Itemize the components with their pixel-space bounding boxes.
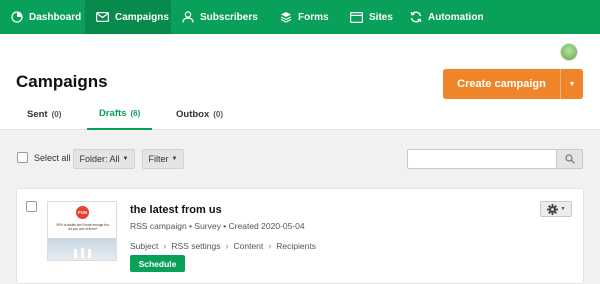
dashboard-icon xyxy=(11,11,23,23)
tab-sent[interactable]: Sent (0) xyxy=(27,98,61,130)
nav-item-subscribers[interactable]: Subscribers xyxy=(171,0,269,34)
campaign-title[interactable]: the latest from us xyxy=(130,204,222,216)
tab-drafts[interactable]: Drafts (6) xyxy=(87,98,153,130)
chevron-down-icon: ▼ xyxy=(171,156,178,162)
campaign-meta: RSS campaign • Survey • Created 2020-05-… xyxy=(130,221,305,231)
nav-label: Sites xyxy=(369,11,393,23)
gear-icon xyxy=(546,203,558,215)
select-all-checkbox[interactable] xyxy=(17,152,28,163)
campaign-steps: Subject › RSS settings › Content › Recip… xyxy=(130,241,316,251)
browser-window-icon xyxy=(350,11,363,23)
campaign-settings-button[interactable]: ▼ xyxy=(540,201,572,217)
chevron-down-icon: ▼ xyxy=(122,156,129,162)
tab-outbox[interactable]: Outbox (0) xyxy=(176,98,223,130)
chevron-right-icon: › xyxy=(163,241,167,251)
step-recipients[interactable]: Recipients xyxy=(276,241,316,251)
thumbnail-logo: FUN xyxy=(76,206,89,219)
search-icon xyxy=(564,154,575,164)
tab-label: Sent xyxy=(27,108,48,120)
campaign-checkbox[interactable] xyxy=(26,201,37,212)
campaign-thumbnail[interactable]: FUN 90% of adults don't know enough fun,… xyxy=(47,201,117,261)
campaign-card: FUN 90% of adults don't know enough fun,… xyxy=(16,188,584,284)
folder-dropdown[interactable]: Folder: All ▼ xyxy=(73,149,135,169)
schedule-button[interactable]: Schedule xyxy=(130,255,185,272)
tab-count: (0) xyxy=(51,109,62,119)
user-icon xyxy=(182,11,194,23)
page-title: Campaigns xyxy=(16,72,108,91)
filter-dropdown[interactable]: Filter ▼ xyxy=(142,149,184,169)
forms-icon xyxy=(280,12,292,23)
campaign-tabs: Sent (0) Drafts (6) Outbox (0) xyxy=(0,98,600,130)
thumbnail-text: 90% of adults don't know enough fun, do … xyxy=(56,223,110,231)
nav-item-automation[interactable]: Automation xyxy=(399,0,489,34)
nav-item-campaigns[interactable]: Campaigns xyxy=(85,0,171,34)
step-content[interactable]: Content xyxy=(234,241,264,251)
nav-item-forms[interactable]: Forms xyxy=(269,0,339,34)
nav-label: Campaigns xyxy=(115,11,169,23)
select-all-label: Select all xyxy=(34,153,71,163)
chevron-right-icon: › xyxy=(268,241,272,251)
chevron-right-icon: › xyxy=(225,241,229,251)
nav-item-dashboard[interactable]: Dashboard xyxy=(0,0,85,34)
top-navigation: Dashboard Campaigns Subscribers Forms Si… xyxy=(0,0,600,34)
tab-count: (6) xyxy=(130,108,141,118)
step-subject[interactable]: Subject xyxy=(130,241,158,251)
chevron-down-icon: ▼ xyxy=(568,80,576,88)
nav-label: Dashboard xyxy=(29,11,82,23)
folder-dropdown-label: Folder: All xyxy=(79,154,120,164)
chevron-down-icon: ▼ xyxy=(560,206,566,212)
nav-label: Forms xyxy=(298,11,329,23)
tab-label: Outbox xyxy=(176,108,210,120)
create-campaign-dropdown-toggle[interactable]: ▼ xyxy=(561,69,583,99)
step-rss-settings[interactable]: RSS settings xyxy=(171,241,220,251)
search-button[interactable] xyxy=(557,149,583,169)
thumbnail-image xyxy=(48,238,116,260)
envelope-icon xyxy=(96,12,109,22)
automation-icon xyxy=(410,11,422,23)
tab-label: Drafts xyxy=(99,107,127,119)
avatar[interactable] xyxy=(560,43,578,61)
nav-label: Subscribers xyxy=(200,11,258,23)
list-toolbar: Select all Folder: All ▼ Filter ▼ xyxy=(0,130,600,180)
filter-dropdown-label: Filter xyxy=(148,154,169,164)
create-campaign-button-group: Create campaign ▼ xyxy=(443,69,583,99)
search-input[interactable] xyxy=(407,149,557,169)
page-header: Campaigns Create campaign ▼ Sent (0) Dra… xyxy=(0,34,600,130)
nav-item-sites[interactable]: Sites xyxy=(339,0,399,34)
tab-count: (0) xyxy=(213,109,224,119)
nav-label: Automation xyxy=(428,11,484,23)
create-campaign-button[interactable]: Create campaign xyxy=(443,69,561,99)
